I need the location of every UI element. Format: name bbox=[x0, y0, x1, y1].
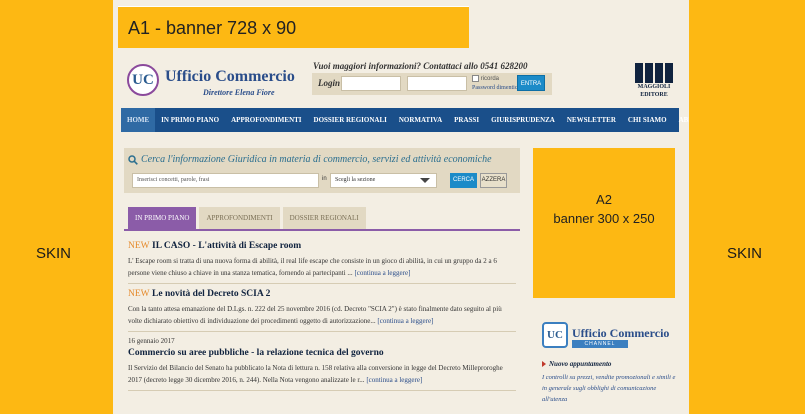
login-button[interactable]: ENTRA bbox=[517, 75, 545, 91]
article-item: NEW IL CASO - L'attività di Escape room … bbox=[128, 236, 516, 284]
nav-item-approfondimenti[interactable]: APPROFONDIMENTI bbox=[225, 108, 307, 132]
play-icon bbox=[542, 361, 546, 368]
site-title: Ufficio Commercio bbox=[165, 68, 295, 85]
channel-band: CHANNEL bbox=[572, 340, 628, 348]
article-date: 16 gennaio 2017 bbox=[128, 337, 175, 345]
site-director: Direttore Elena Fiore bbox=[203, 88, 275, 97]
publisher-logo[interactable]: MAGGIOLI EDITORE bbox=[635, 63, 673, 98]
uc-logo-icon: UC bbox=[127, 64, 159, 96]
read-more-link[interactable]: [continua a leggere] bbox=[377, 317, 433, 325]
section-select-value: Scegli la sezione bbox=[335, 177, 376, 183]
article-excerpt-text: L' Escape room si tratta di una nuova fo… bbox=[128, 257, 497, 277]
contact-line: Vuoi maggiori informazioni? Contattaci a… bbox=[313, 61, 528, 71]
channel-title: Ufficio Commercio bbox=[572, 326, 670, 340]
banner-a2[interactable]: A2 banner 300 x 250 bbox=[533, 148, 675, 298]
nav-item-giurisprudenza[interactable]: GIURISPRUDENZA bbox=[485, 108, 561, 132]
article-title-link[interactable]: NEW Le novità del Decreto SCIA 2 bbox=[128, 289, 516, 299]
banner-a2-line2: banner 300 x 250 bbox=[553, 211, 655, 226]
main-nav: HOME IN PRIMO PIANO APPROFONDIMENTI DOSS… bbox=[121, 108, 689, 132]
content-tabs: IN PRIMO PIANO APPROFONDIMENTI DOSSIER R… bbox=[128, 207, 366, 229]
channel-new-text: Nuovo appuntamento bbox=[549, 360, 612, 368]
nav-item-normativa[interactable]: NORMATIVA bbox=[393, 108, 448, 132]
search-input[interactable]: Inserisci concetti, parole, frasi bbox=[132, 173, 319, 188]
article-title[interactable]: Le novità del Decreto SCIA 2 bbox=[152, 289, 270, 299]
reset-button[interactable]: AZZERA bbox=[480, 173, 507, 188]
article-title[interactable]: Commercio su aree pubbliche - la relazio… bbox=[128, 348, 516, 358]
publisher-name-2: EDITORE bbox=[640, 92, 668, 98]
tab-dossier-regionali[interactable]: DOSSIER REGIONALI bbox=[282, 207, 366, 229]
tv-logo-icon: UC bbox=[542, 322, 568, 348]
article-excerpt: Il Servizio del Bilancio del Senato ha p… bbox=[128, 362, 516, 386]
article-list: NEW IL CASO - L'attività di Escape room … bbox=[128, 236, 516, 391]
article-excerpt-text: Con la tanto attesa emanazione del D.Lgs… bbox=[128, 305, 502, 325]
publisher-name-1: MAGGIOLI bbox=[637, 84, 671, 90]
nav-item-prassi[interactable]: PRASSI bbox=[448, 108, 485, 132]
article-item: 16 gennaio 2017 Commercio su aree pubbli… bbox=[128, 332, 516, 391]
article-title-link[interactable]: NEW IL CASO - L'attività di Escape room bbox=[128, 241, 516, 251]
remember-checkbox[interactable] bbox=[472, 75, 479, 82]
nav-item-dossier-regionali[interactable]: DOSSIER REGIONALI bbox=[308, 108, 393, 132]
channel-widget[interactable]: UC Ufficio Commercio CHANNEL Nuovo appun… bbox=[538, 318, 678, 414]
article-title[interactable]: IL CASO - L'attività di Escape room bbox=[152, 241, 301, 251]
site-header: UC Ufficio Commercio Direttore Elena Fio… bbox=[113, 56, 689, 106]
read-more-link[interactable]: [continua a leggere] bbox=[354, 269, 410, 277]
nav-item-chi-siamo[interactable]: CHI SIAMO bbox=[622, 108, 673, 132]
search-panel: Cerca l'informazione Giuridica in materi… bbox=[124, 148, 520, 193]
nav-item-home[interactable]: HOME bbox=[121, 108, 156, 132]
skin-label-left: SKIN bbox=[36, 245, 72, 262]
remember-me[interactable]: ricorda bbox=[472, 75, 499, 82]
search-title: Cerca l'informazione Giuridica in materi… bbox=[141, 154, 492, 165]
password-field[interactable] bbox=[407, 76, 467, 91]
new-badge: NEW bbox=[128, 241, 150, 251]
article-excerpt: L' Escape room si tratta di una nuova fo… bbox=[128, 255, 516, 279]
search-button[interactable]: CERCA bbox=[450, 173, 477, 188]
channel-new-label: Nuovo appuntamento bbox=[542, 360, 611, 368]
maggioli-logo-icon bbox=[635, 63, 673, 83]
login-label: Login bbox=[318, 78, 341, 88]
nav-item-abbonati[interactable]: ABBONATI bbox=[673, 108, 689, 132]
chevron-down-icon bbox=[420, 178, 430, 183]
tab-in-primo-piano[interactable]: IN PRIMO PIANO bbox=[128, 207, 197, 229]
article-excerpt: Con la tanto attesa emanazione del D.Lgs… bbox=[128, 303, 516, 327]
article-excerpt-text: Il Servizio del Bilancio del Senato ha p… bbox=[128, 364, 503, 384]
read-more-link[interactable]: [continua a leggere] bbox=[366, 376, 422, 384]
search-in-label: in bbox=[322, 176, 327, 182]
channel-text[interactable]: I controlli su prezzi, vendite promozion… bbox=[542, 372, 676, 405]
banner-a2-line1: A2 bbox=[596, 192, 612, 207]
site-page: A1 - banner 728 x 90 UC Ufficio Commerci… bbox=[113, 0, 689, 414]
username-field[interactable] bbox=[341, 76, 401, 91]
article-item: NEW Le novità del Decreto SCIA 2 Con la … bbox=[128, 284, 516, 332]
login-box: Login ricorda Password dimenticata ENTRA bbox=[312, 73, 552, 95]
section-select[interactable]: Scegli la sezione bbox=[330, 173, 437, 188]
site-logo[interactable]: UC Ufficio Commercio Direttore Elena Fio… bbox=[127, 64, 327, 100]
new-badge: NEW bbox=[128, 289, 150, 299]
nav-item-in-primo-piano[interactable]: IN PRIMO PIANO bbox=[155, 108, 225, 132]
nav-item-newsletter[interactable]: NEWSLETTER bbox=[561, 108, 622, 132]
remember-label: ricorda bbox=[480, 76, 500, 83]
tab-underline bbox=[124, 229, 520, 231]
skin-label-right: SKIN bbox=[727, 245, 763, 262]
search-icon bbox=[128, 155, 138, 165]
tab-approfondimenti[interactable]: APPROFONDIMENTI bbox=[199, 207, 280, 229]
banner-a1[interactable]: A1 - banner 728 x 90 bbox=[118, 6, 469, 48]
